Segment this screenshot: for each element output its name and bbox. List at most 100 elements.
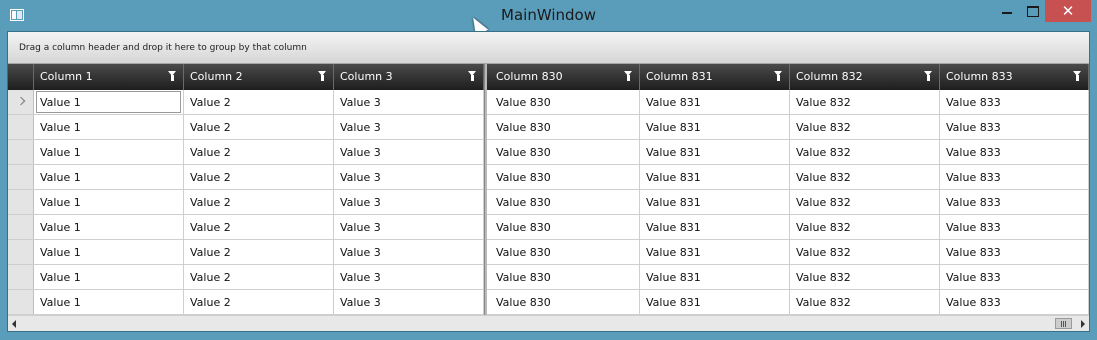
table-cell[interactable]: Value 831 xyxy=(640,115,790,139)
table-row[interactable]: Value 1 Value 2 Value 3 Value 830 Value 831 V… xyxy=(8,165,1089,190)
column-header[interactable]: Column 831 xyxy=(640,64,790,90)
table-cell[interactable]: Value 833 xyxy=(940,240,1089,264)
table-cell[interactable]: Value 1 xyxy=(34,215,184,239)
column-header[interactable]: Column 3 xyxy=(334,64,484,90)
filter-icon[interactable] xyxy=(468,71,477,81)
table-cell[interactable]: Value 3 xyxy=(334,140,484,164)
table-cell[interactable]: Value 1 xyxy=(34,165,184,189)
table-cell[interactable]: Value 830 xyxy=(490,90,640,114)
row-header[interactable] xyxy=(8,190,34,214)
table-cell[interactable]: Value 2 xyxy=(184,265,334,289)
table-cell[interactable]: Value 830 xyxy=(490,290,640,314)
row-header[interactable] xyxy=(8,90,34,114)
table-cell[interactable]: Value 833 xyxy=(940,215,1089,239)
horizontal-scrollbar[interactable] xyxy=(8,315,1089,331)
table-row[interactable]: Value 1 Value 2 Value 3 Value 830 Value 831 V… xyxy=(8,215,1089,240)
table-cell[interactable]: Value 833 xyxy=(940,140,1089,164)
table-cell[interactable]: Value 1 xyxy=(34,140,184,164)
table-row[interactable]: Value 1 Value 2 Value 3 Value 830 Value 831 V… xyxy=(8,140,1089,165)
close-button[interactable]: ✕ xyxy=(1045,0,1091,22)
table-cell[interactable]: Value 3 xyxy=(334,265,484,289)
table-cell[interactable]: Value 831 xyxy=(640,190,790,214)
table-row[interactable]: Value 1 Value 2 Value 3 Value 830 Value 831 V… xyxy=(8,240,1089,265)
table-cell[interactable]: Value 2 xyxy=(184,115,334,139)
row-header[interactable] xyxy=(8,115,34,139)
table-cell[interactable]: Value 831 xyxy=(640,140,790,164)
table-cell[interactable]: Value 831 xyxy=(640,290,790,314)
table-cell[interactable]: Value 833 xyxy=(940,165,1089,189)
table-cell[interactable]: Value 833 xyxy=(940,115,1089,139)
table-cell[interactable]: Value 832 xyxy=(790,90,940,114)
table-cell[interactable]: Value 3 xyxy=(334,190,484,214)
title-bar[interactable]: MainWindow ✕ xyxy=(0,0,1097,31)
row-header[interactable] xyxy=(8,265,34,289)
table-cell[interactable]: Value 832 xyxy=(790,115,940,139)
column-header[interactable]: Column 832 xyxy=(790,64,940,90)
table-cell[interactable]: Value 831 xyxy=(640,265,790,289)
filter-icon[interactable] xyxy=(924,71,933,81)
column-header[interactable]: Column 833 xyxy=(940,64,1089,90)
table-cell[interactable]: Value 3 xyxy=(334,215,484,239)
table-cell[interactable]: Value 833 xyxy=(940,190,1089,214)
column-header[interactable]: Column 1 xyxy=(34,64,184,90)
scrollbar-thumb[interactable] xyxy=(1055,318,1072,329)
table-cell[interactable]: Value 832 xyxy=(790,140,940,164)
filter-icon[interactable] xyxy=(624,71,633,81)
table-cell[interactable]: Value 2 xyxy=(184,240,334,264)
table-cell[interactable]: Value 1 xyxy=(34,265,184,289)
table-cell[interactable]: Value 2 xyxy=(184,165,334,189)
table-cell[interactable]: Value 2 xyxy=(184,190,334,214)
filter-icon[interactable] xyxy=(318,71,327,81)
table-row[interactable]: Value 1 Value 2 Value 3 Value 830 Value 831 V… xyxy=(8,90,1089,115)
group-by-panel[interactable]: Drag a column header and drop it here to… xyxy=(8,32,1089,64)
column-header[interactable]: Column 830 xyxy=(490,64,640,90)
row-header[interactable] xyxy=(8,140,34,164)
table-cell[interactable]: Value 831 xyxy=(640,165,790,189)
table-cell[interactable]: Value 2 xyxy=(184,215,334,239)
filter-icon[interactable] xyxy=(168,71,177,81)
table-cell[interactable]: Value 832 xyxy=(790,290,940,314)
table-cell[interactable]: Value 832 xyxy=(790,165,940,189)
table-cell[interactable]: Value 833 xyxy=(940,90,1089,114)
table-row[interactable]: Value 1 Value 2 Value 3 Value 830 Value 831 V… xyxy=(8,265,1089,290)
table-cell[interactable]: Value 3 xyxy=(334,240,484,264)
table-cell[interactable]: Value 830 xyxy=(490,190,640,214)
frozen-column-splitter[interactable] xyxy=(484,64,487,315)
row-header[interactable] xyxy=(8,215,34,239)
scroll-left-icon[interactable] xyxy=(12,320,16,328)
table-cell[interactable]: Value 3 xyxy=(334,90,484,114)
table-cell[interactable]: Value 831 xyxy=(640,215,790,239)
row-header[interactable] xyxy=(8,240,34,264)
table-cell[interactable]: Value 830 xyxy=(490,140,640,164)
row-header[interactable] xyxy=(8,290,34,314)
filter-icon[interactable] xyxy=(1073,71,1082,81)
select-all-header[interactable] xyxy=(8,64,34,90)
table-cell[interactable]: Value 832 xyxy=(790,240,940,264)
table-cell[interactable]: Value 830 xyxy=(490,215,640,239)
table-cell[interactable]: Value 3 xyxy=(334,165,484,189)
row-header[interactable] xyxy=(8,165,34,189)
scroll-right-icon[interactable] xyxy=(1081,320,1085,328)
table-cell[interactable]: Value 1 xyxy=(34,290,184,314)
table-cell[interactable]: Value 832 xyxy=(790,190,940,214)
table-cell[interactable]: Value 3 xyxy=(334,115,484,139)
table-cell[interactable]: Value 830 xyxy=(490,240,640,264)
table-cell[interactable]: Value 1 xyxy=(34,90,184,114)
table-cell[interactable]: Value 832 xyxy=(790,265,940,289)
table-cell[interactable]: Value 1 xyxy=(34,115,184,139)
table-cell[interactable]: Value 832 xyxy=(790,215,940,239)
table-cell[interactable]: Value 1 xyxy=(34,190,184,214)
table-cell[interactable]: Value 830 xyxy=(490,115,640,139)
table-cell[interactable]: Value 831 xyxy=(640,90,790,114)
table-row[interactable]: Value 1 Value 2 Value 3 Value 830 Value 831 V… xyxy=(8,290,1089,315)
table-cell[interactable]: Value 833 xyxy=(940,265,1089,289)
table-cell[interactable]: Value 2 xyxy=(184,90,334,114)
table-cell[interactable]: Value 830 xyxy=(490,165,640,189)
table-cell[interactable]: Value 833 xyxy=(940,290,1089,314)
filter-icon[interactable] xyxy=(774,71,783,81)
data-grid[interactable]: Column 1 Column 2 Column 3 Column 830 Column… xyxy=(8,64,1089,315)
table-cell[interactable]: Value 3 xyxy=(334,290,484,314)
maximize-button[interactable] xyxy=(1018,0,1048,22)
table-cell[interactable]: Value 2 xyxy=(184,140,334,164)
table-row[interactable]: Value 1 Value 2 Value 3 Value 830 Value 831 V… xyxy=(8,115,1089,140)
